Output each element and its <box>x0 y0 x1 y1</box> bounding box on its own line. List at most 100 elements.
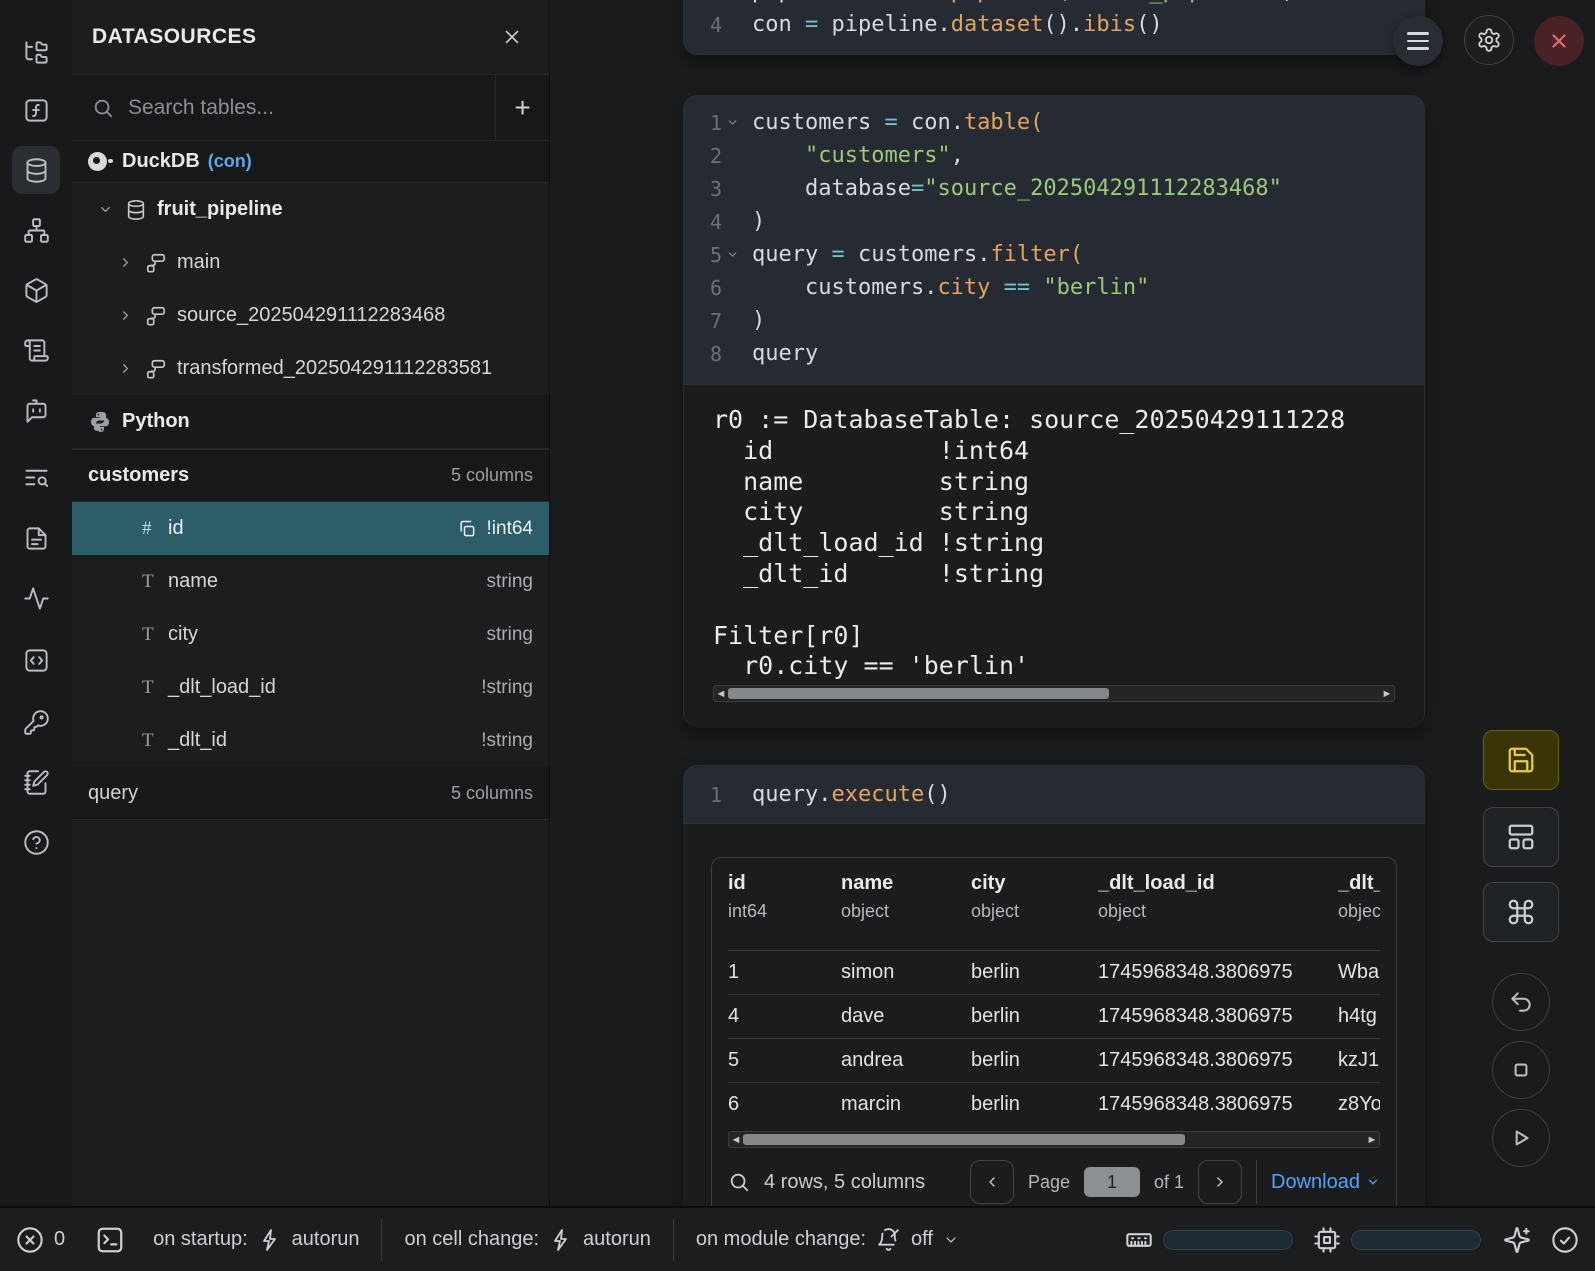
logs-icon[interactable] <box>12 326 60 374</box>
ai-assist-button[interactable] <box>1503 1226 1531 1254</box>
code-line[interactable]: 5query = customers.filter( <box>684 238 1424 271</box>
code-line[interactable]: 1customers = con.table( <box>684 106 1424 139</box>
code-cell-3[interactable]: 1query.execute() idnamecity_dlt_load_id_… <box>683 765 1425 1206</box>
column-row-city[interactable]: T city string <box>72 608 549 661</box>
horizontal-scrollbar[interactable]: ◄ ► <box>713 685 1395 702</box>
scrollbar-thumb[interactable] <box>743 1134 1185 1145</box>
table-header-query[interactable]: query 5 columns <box>72 767 549 820</box>
fold-chevron-icon[interactable] <box>722 116 742 129</box>
code-text: ) <box>752 209 765 234</box>
layout-toggle-button[interactable] <box>1483 807 1559 867</box>
ai-chat-icon[interactable] <box>12 386 60 434</box>
panel-title: DATASOURCES <box>92 25 257 49</box>
on-cell-change-setting[interactable]: on cell change: autorun <box>404 1228 650 1252</box>
table-column-header[interactable]: _dlt_id <box>1338 872 1380 895</box>
code-line[interactable]: 1query.execute() <box>684 778 1424 811</box>
scroll-right-arrow[interactable]: ► <box>1380 688 1394 700</box>
table-row[interactable]: 1simonberlin1745968348.3806975Wba <box>728 950 1380 994</box>
tree-item-schema-main[interactable]: main <box>72 236 549 289</box>
page-number[interactable]: 1 <box>1084 1167 1140 1197</box>
copy-icon[interactable] <box>457 519 477 539</box>
search-box[interactable] <box>72 75 495 140</box>
download-button[interactable]: Download <box>1271 1171 1380 1194</box>
search-icon[interactable] <box>728 1171 750 1193</box>
code-line[interactable]: 6 customers.city == "berlin" <box>684 271 1424 304</box>
prev-page-button[interactable] <box>970 1160 1014 1204</box>
terminal-button[interactable] <box>95 1225 125 1255</box>
column-name: _dlt_id <box>168 729 227 752</box>
column-row-dlt-load-id[interactable]: T _dlt_load_id !string <box>72 661 549 714</box>
table-row[interactable]: 4daveberlin1745968348.3806975h4tg <box>728 994 1380 1038</box>
engine-row-duckdb[interactable]: DuckDB (con) <box>72 141 549 183</box>
column-row-dlt-id[interactable]: T _dlt_id !string <box>72 714 549 767</box>
scroll-right-arrow[interactable]: ► <box>1365 1134 1379 1146</box>
table-column-header[interactable]: name <box>841 872 971 895</box>
code-line[interactable]: 8query <box>684 337 1424 370</box>
on-module-change-setting[interactable]: on module change: off <box>696 1227 959 1252</box>
dependency-graph-icon[interactable] <box>12 206 60 254</box>
command-palette-button[interactable] <box>1483 882 1559 942</box>
scroll-left-arrow[interactable]: ◄ <box>729 1134 743 1146</box>
code-cell-1[interactable]: 3pipeline = dlt.pipeline("fruit_pipeline… <box>683 0 1425 55</box>
python-logo-icon <box>88 410 112 434</box>
code-line[interactable]: 2 "customers", <box>684 139 1424 172</box>
code-cell-2[interactable]: 1customers = con.table(2 "customers",3 d… <box>683 95 1425 727</box>
tree-item-schema-transformed[interactable]: transformed_202504291112283581 <box>72 342 549 395</box>
function-square-icon[interactable] <box>12 86 60 134</box>
table-column-header[interactable]: _dlt_load_id <box>1098 872 1338 895</box>
tree-item-schema-source[interactable]: source_202504291112283468 <box>72 289 549 342</box>
column-name: id <box>168 517 184 540</box>
search-tables-input[interactable] <box>128 96 481 120</box>
code-text: pipeline = dlt.pipeline("fruit_pipeline"… <box>752 0 1295 4</box>
code-line[interactable]: 7) <box>684 304 1424 337</box>
text-type-icon: T <box>142 624 168 646</box>
snippets-icon[interactable] <box>12 636 60 684</box>
code-line[interactable]: 4) <box>684 205 1424 238</box>
add-datasource-button[interactable]: + <box>495 75 549 140</box>
circle-x-icon <box>16 1226 44 1254</box>
table-column-header[interactable]: id <box>728 872 841 895</box>
scrollbar-thumb[interactable] <box>728 688 1109 699</box>
cpu-usage[interactable] <box>1313 1226 1481 1254</box>
undo-button[interactable] <box>1492 973 1550 1031</box>
code-line[interactable]: 3 database="source_202504291112283468" <box>684 172 1424 205</box>
close-panel-button[interactable] <box>495 20 529 54</box>
secrets-icon[interactable] <box>12 698 60 746</box>
code-line[interactable]: 4con = pipeline.dataset().ibis() <box>684 8 1424 41</box>
datasources-icon[interactable] <box>12 146 60 194</box>
settings-button[interactable] <box>1464 15 1514 65</box>
documentation-icon[interactable] <box>12 514 60 562</box>
help-icon[interactable] <box>12 818 60 866</box>
python-section-row[interactable]: Python <box>72 395 549 449</box>
stop-button[interactable] <box>1492 1041 1550 1099</box>
notebook-pen-icon[interactable] <box>12 758 60 806</box>
fold-chevron-icon[interactable] <box>722 248 742 261</box>
run-button[interactable] <box>1492 1109 1550 1167</box>
on-startup-setting[interactable]: on startup: autorun <box>153 1228 359 1252</box>
tracing-icon[interactable] <box>12 574 60 622</box>
packages-icon[interactable] <box>12 266 60 314</box>
memory-usage[interactable] <box>1125 1226 1293 1254</box>
table-header-customers[interactable]: customers 5 columns <box>72 449 549 502</box>
scroll-left-arrow[interactable]: ◄ <box>714 688 728 700</box>
connection-status[interactable] <box>1551 1226 1579 1254</box>
notebook-menu-button[interactable] <box>1393 16 1443 66</box>
file-tree-icon[interactable] <box>12 28 60 76</box>
scratchpad-search-icon[interactable] <box>12 453 60 501</box>
column-row-id[interactable]: # id !int64 <box>72 502 549 555</box>
shutdown-button[interactable] <box>1534 16 1584 66</box>
tree-item-label: main <box>177 251 220 274</box>
errors-indicator[interactable]: 0 <box>16 1226 65 1254</box>
table-row[interactable]: 6marcinberlin1745968348.3806975z8Yo <box>728 1082 1380 1126</box>
table-row[interactable]: 5andreaberlin1745968348.3806975kzJ1 <box>728 1038 1380 1082</box>
tree-item-database[interactable]: fruit_pipeline <box>72 183 549 236</box>
table-horizontal-scrollbar[interactable]: ◄ ► <box>728 1131 1380 1148</box>
row-count-summary: 4 rows, 5 columns <box>764 1171 925 1194</box>
table-column-header[interactable]: city <box>971 872 1098 895</box>
next-page-button[interactable] <box>1198 1160 1242 1204</box>
save-button[interactable] <box>1483 730 1559 790</box>
table-cell: berlin <box>971 1093 1098 1116</box>
column-row-name[interactable]: T name string <box>72 555 549 608</box>
code-line[interactable]: 3pipeline = dlt.pipeline("fruit_pipeline… <box>684 0 1424 8</box>
table-cell: kzJ1 <box>1338 1049 1380 1072</box>
